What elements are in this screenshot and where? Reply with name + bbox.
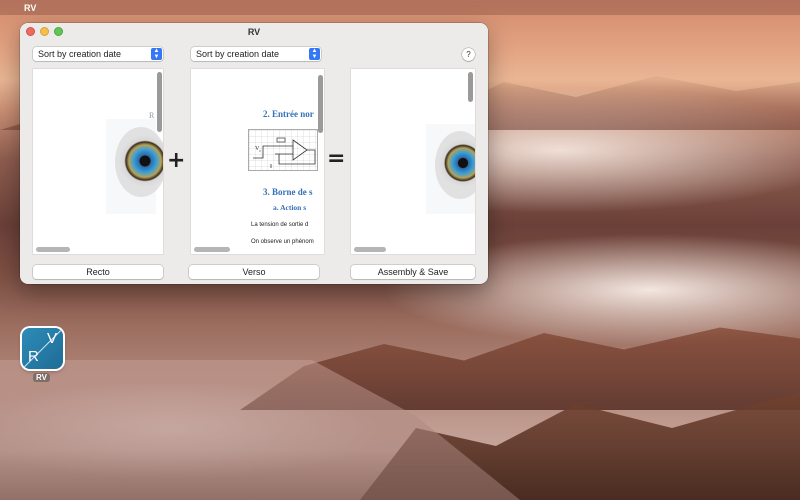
verso-vertical-scrollbar[interactable] (318, 75, 323, 133)
icon-letter-v: V (46, 330, 57, 347)
circuit-diagram: Vc (248, 129, 318, 171)
verso-heading-3: 3. Borne de s (263, 187, 313, 197)
verso-heading-2: 2. Entrée nor (263, 109, 314, 119)
traffic-lights (26, 27, 63, 36)
verso-panel[interactable]: 2. Entrée nor Vc 3. Borne de s a. Action… (191, 69, 324, 254)
result-panel[interactable] (351, 69, 475, 254)
rv-app-label[interactable]: RV (33, 373, 50, 382)
recto-button[interactable]: Recto (33, 265, 163, 279)
chevron-updown-icon: ▲ ▼ (309, 48, 320, 60)
verso-sort-value: Sort by creation date (196, 49, 280, 59)
icon-letter-r: R (28, 348, 39, 365)
zoom-button[interactable] (54, 27, 63, 36)
result-vertical-scrollbar[interactable] (468, 72, 473, 102)
equals-icon: = (327, 146, 346, 171)
recto-sort-value: Sort by creation date (38, 49, 122, 59)
eye-image (119, 135, 163, 187)
verso-sort-select[interactable]: Sort by creation date ▲ ▼ (191, 47, 321, 61)
title-bar[interactable]: RV (20, 23, 488, 41)
verso-horizontal-scrollbar[interactable] (194, 247, 230, 252)
close-button[interactable] (26, 27, 35, 36)
plus-icon: + (167, 148, 186, 173)
recto-sort-select[interactable]: Sort by creation date ▲ ▼ (33, 47, 163, 61)
recto-horizontal-scrollbar[interactable] (36, 247, 70, 252)
rv-app-icon[interactable]: V R (22, 328, 63, 369)
help-button[interactable]: ? (462, 48, 475, 61)
verso-button[interactable]: Verso (189, 265, 319, 279)
window-title: RV (247, 27, 261, 37)
verso-heading-a: a. Action s (273, 203, 307, 212)
verso-text-line-1: La tension de sortie d (251, 222, 309, 228)
circuit-vc-label: Vc (255, 146, 262, 154)
menu-bar: RV (0, 0, 800, 15)
recto-vertical-scrollbar[interactable] (157, 72, 162, 132)
verso-text-line-2: On observe un phénom (251, 239, 314, 245)
recto-page-letter: R (149, 111, 155, 120)
recto-panel[interactable]: R (33, 69, 163, 254)
menu-app-name[interactable]: RV (24, 3, 36, 13)
chevron-updown-icon: ▲ ▼ (151, 48, 162, 60)
assembly-save-button[interactable]: Assembly & Save (351, 265, 475, 279)
result-horizontal-scrollbar[interactable] (354, 247, 386, 252)
rv-window: RV Sort by creation date ▲ ▼ Sort by crea… (20, 23, 488, 284)
minimize-button[interactable] (40, 27, 49, 36)
